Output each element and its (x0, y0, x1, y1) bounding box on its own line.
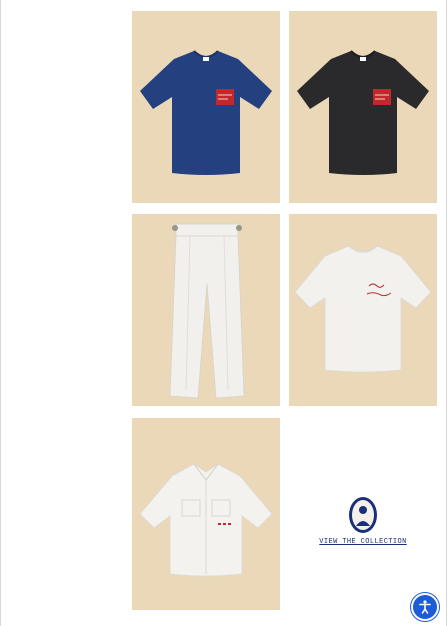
white-shirt-image (139, 463, 273, 577)
view-collection-link[interactable]: VIEW THE COLLECTION (319, 538, 406, 546)
black-tshirt-image (297, 50, 429, 175)
navy-tshirt-image (140, 50, 272, 175)
product-tile-navy-tee[interactable] (132, 11, 280, 203)
product-tile-white-trousers[interactable] (132, 214, 280, 406)
white-tshirt-image (294, 245, 432, 373)
accessibility-button[interactable] (411, 593, 439, 621)
portrait-cameo-icon (349, 497, 377, 533)
collection-block: VIEW THE COLLECTION (289, 418, 437, 610)
product-tile-white-script-tee[interactable] (289, 214, 437, 406)
white-trousers-image (169, 223, 245, 399)
accessibility-icon (419, 600, 431, 614)
product-tile-white-safari-shirt[interactable] (132, 418, 280, 610)
product-tile-black-tee[interactable] (289, 11, 437, 203)
